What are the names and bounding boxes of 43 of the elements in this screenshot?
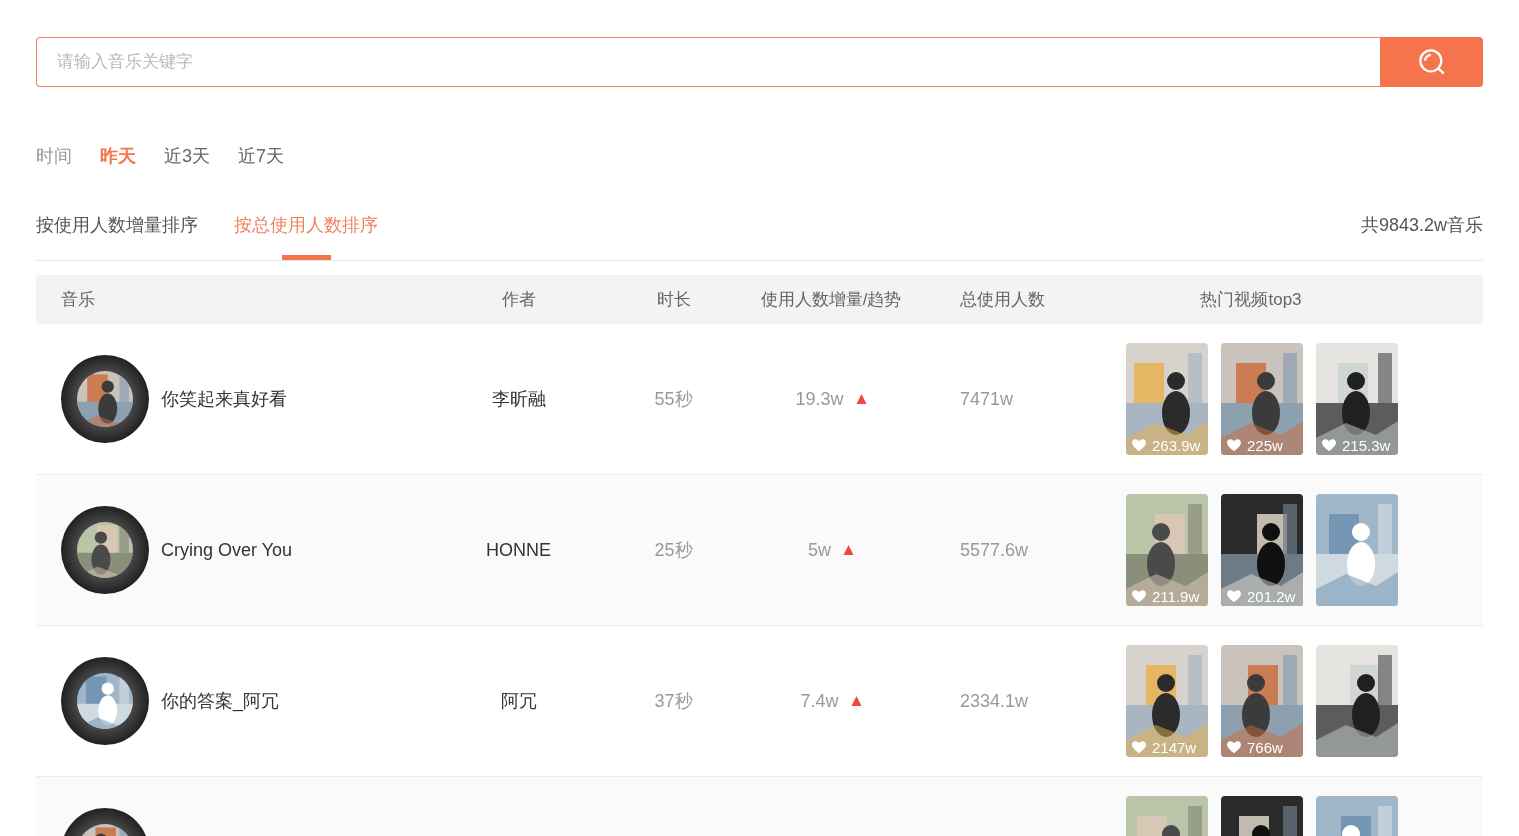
growth-cell-text: 5w [808,538,831,562]
heart-icon [1225,588,1243,604]
like-count: 215.3w [1342,437,1391,453]
author-cell-text: 阿冗 [499,689,538,713]
heart-icon [1225,437,1243,453]
total-count: 共9843.2w音乐 [1360,214,1483,237]
like-count: 2147w [1152,739,1197,755]
column-header: 时长 [655,288,692,311]
time-option[interactable]: 近7天 [238,143,285,170]
duration-cell-text: 37秒 [653,689,694,713]
search-button[interactable] [1380,37,1483,87]
duration-cell-text: 55秒 [653,387,694,411]
author-cell-text: HONNE [485,538,552,562]
total-users-cell-text: 5577.6w [959,538,1030,562]
author-cell-text: 李昕融 [490,387,547,411]
growth-cell-text: 7.4w [800,689,839,713]
song-title[interactable]: Crying Over You [161,536,293,564]
duration-cell-text: 25秒 [653,538,694,562]
like-count: 263.9w [1152,437,1201,453]
like-count: 225w [1247,437,1283,453]
sort-tab[interactable]: 按使用人数增量排序 [36,212,198,260]
like-count: 766w [1247,739,1283,755]
search-icon [1417,48,1446,76]
heart-icon [1225,739,1243,755]
column-header: 作者 [500,288,537,311]
search-field[interactable]: 请输入音乐关键字 [36,37,1380,87]
filter-label: 时间 [36,145,72,168]
heart-icon [1320,437,1338,453]
song-title[interactable]: 你笑起来真好看 [161,385,287,413]
column-header: 使用人数增量/趋势 [759,288,903,311]
like-count: 201.2w [1247,588,1296,604]
column-header: 热门视频top3 [1199,288,1303,311]
like-count: 211.9w [1152,588,1200,604]
heart-icon [1130,437,1148,453]
growth-cell-text: 19.3w [795,387,844,411]
song-title[interactable]: 你的答案_阿冗 [161,687,279,715]
heart-icon [1130,739,1148,755]
total-users-cell-text: 7471w [959,387,1015,411]
time-option[interactable]: 近3天 [164,143,210,170]
column-header: 音乐 [60,288,96,311]
heart-icon [1130,588,1148,604]
column-header: 总使用人数 [959,288,1046,311]
total-users-cell-text: 2334.1w [959,689,1030,713]
